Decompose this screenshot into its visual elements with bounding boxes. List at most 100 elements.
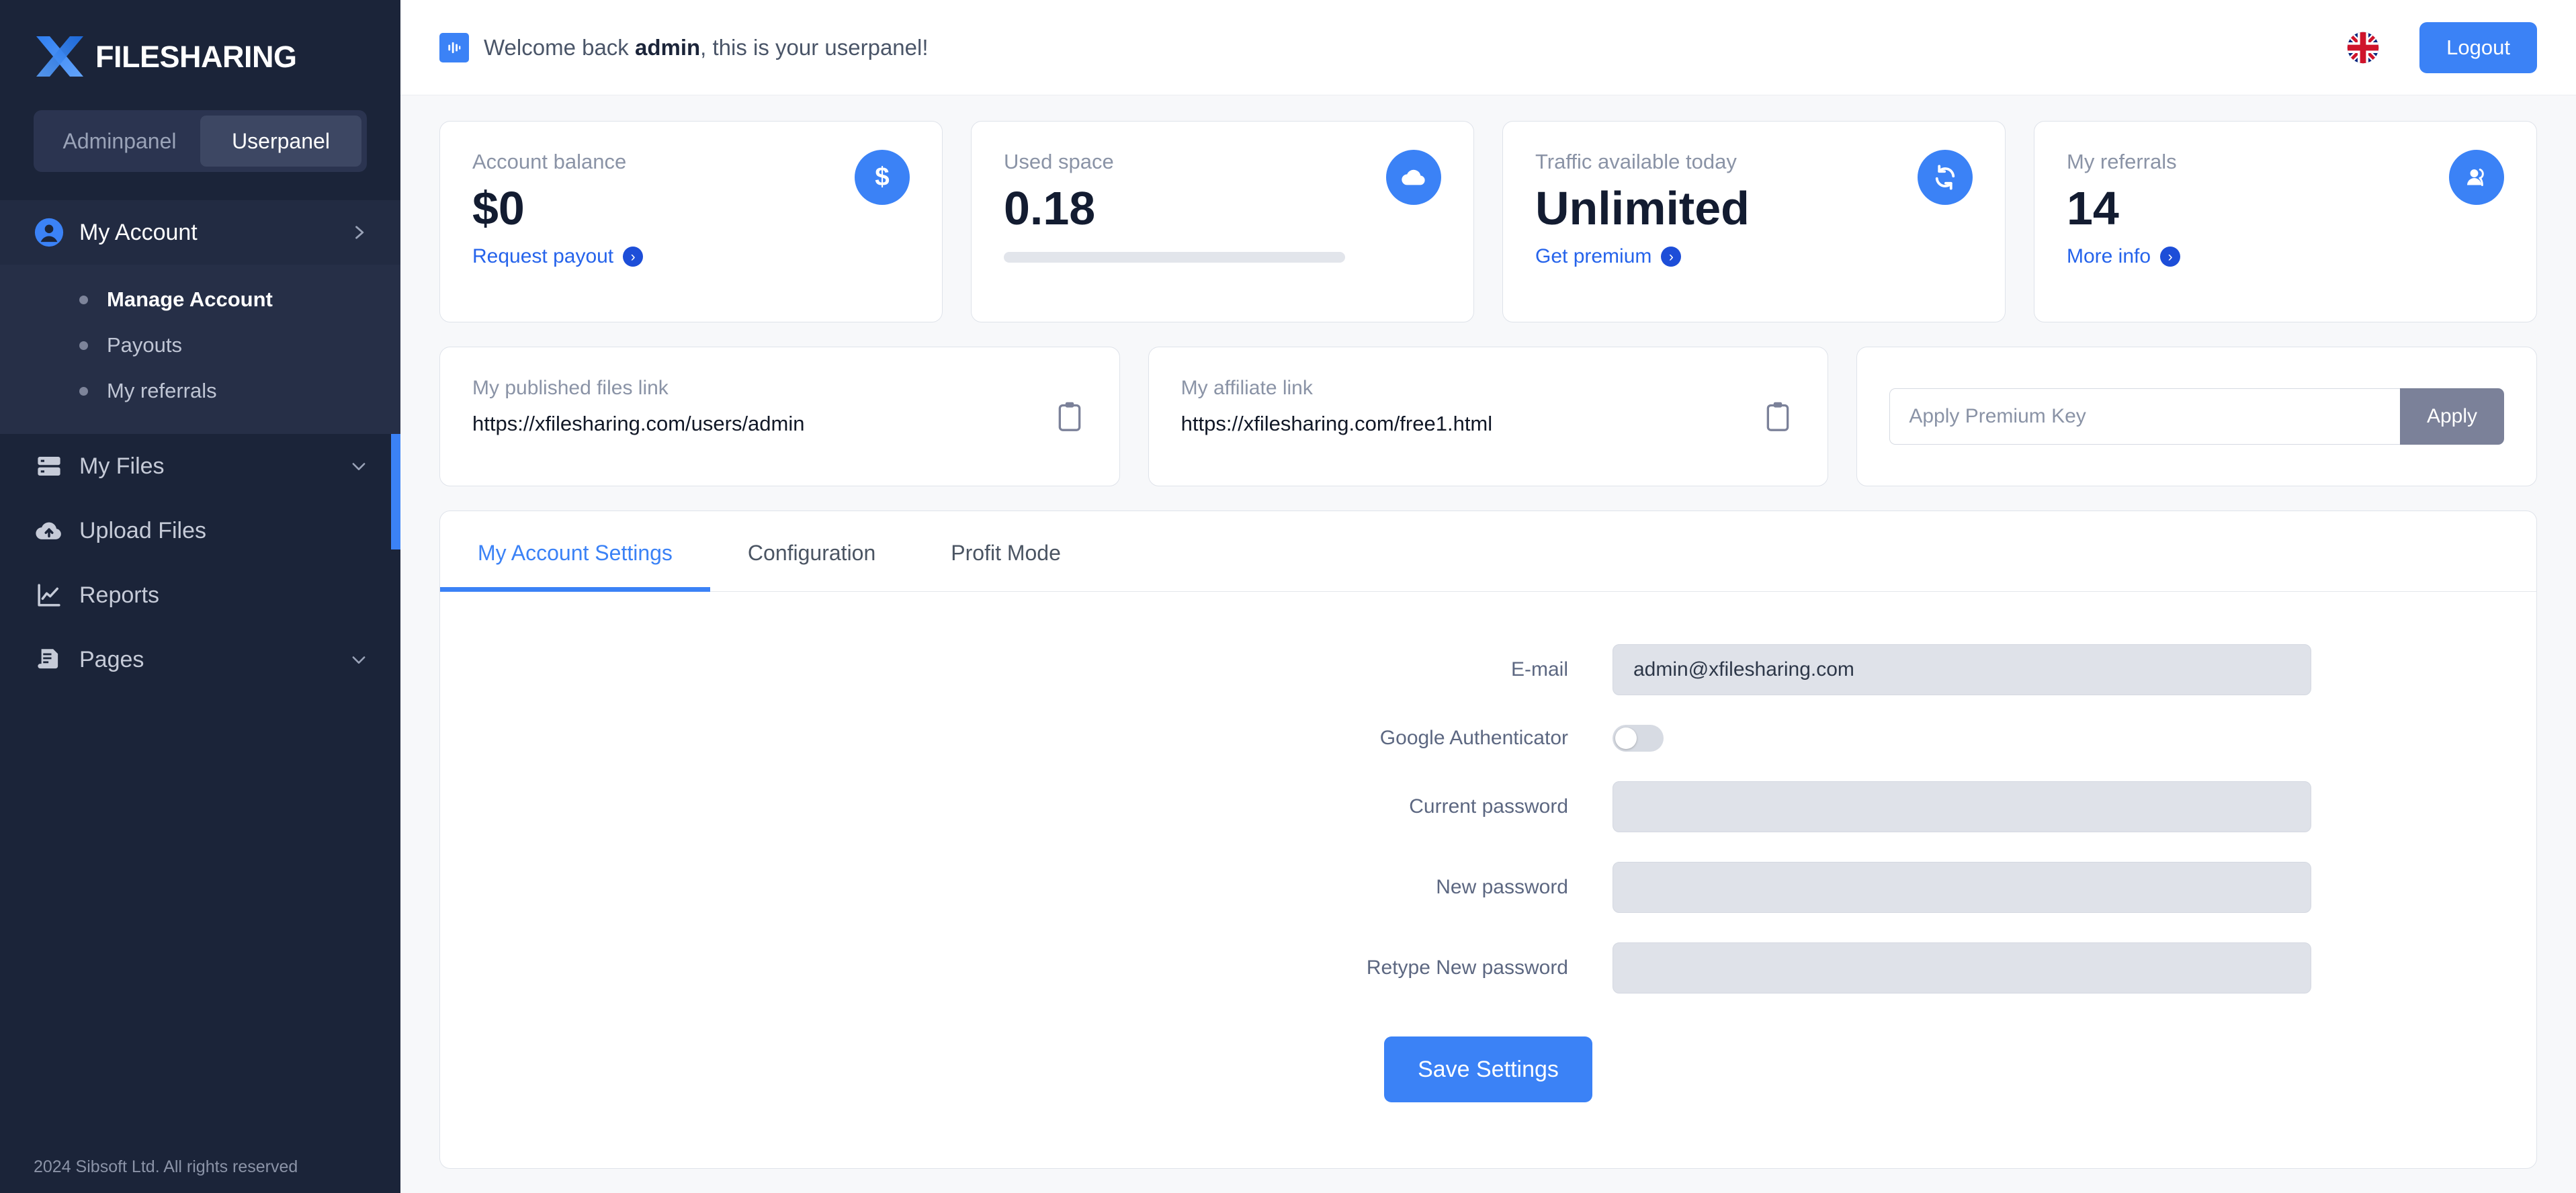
arrow-right-icon: › xyxy=(1661,247,1682,267)
email-label: E-mail xyxy=(1510,658,1568,680)
save-settings-wrap: Save Settings xyxy=(440,1036,2536,1102)
stat-card-account-balance: Account balance $0 Request payout › $ xyxy=(439,121,943,322)
premium-key-card: Apply xyxy=(1856,347,2538,486)
stat-link-label: Request payout xyxy=(472,245,614,268)
stat-card-used-space: Used space 0.18 xyxy=(971,121,1474,322)
tab-configuration[interactable]: Configuration xyxy=(710,511,913,591)
sidebar-item-label: Pages xyxy=(79,646,144,672)
stat-value: 14 xyxy=(2067,182,2119,234)
premium-key-input[interactable] xyxy=(1889,388,2400,445)
request-payout-link[interactable]: Request payout › xyxy=(472,245,644,268)
welcome-suffix: , this is your userpanel! xyxy=(700,34,929,60)
clipboard-icon[interactable] xyxy=(1763,399,1793,434)
sidebar-item-manage-account[interactable]: Manage Account xyxy=(0,277,400,322)
stat-title: Used space xyxy=(1004,150,1114,173)
stat-card-traffic: Traffic available today Unlimited Get pr… xyxy=(1502,121,2006,322)
more-info-link[interactable]: More info › xyxy=(2067,245,2181,268)
stat-value: $0 xyxy=(472,182,525,234)
welcome-banner: Welcome back admin, this is your userpan… xyxy=(439,32,929,62)
app-root: FILESHARING Adminpanel Userpanel My Acco… xyxy=(0,0,2576,1193)
stat-value: 0.18 xyxy=(1004,182,1096,234)
uk-flag-icon[interactable] xyxy=(2347,32,2379,64)
sidebar-nav: My Account Manage Account Payouts My ref… xyxy=(0,200,400,692)
sidebar-item-upload-files[interactable]: Upload Files xyxy=(0,498,400,563)
new-password-field[interactable] xyxy=(1613,862,2311,913)
clipboard-icon[interactable] xyxy=(1055,399,1084,434)
sidebar-item-label: Reports xyxy=(79,582,160,608)
sidebar-item-pages[interactable]: Pages xyxy=(0,627,400,692)
tab-adminpanel[interactable]: Adminpanel xyxy=(39,116,200,167)
tab-userpanel[interactable]: Userpanel xyxy=(200,116,361,167)
brand[interactable]: FILESHARING xyxy=(0,0,400,81)
sidebar-item-reports[interactable]: Reports xyxy=(0,563,400,627)
link-card-value: https://xfilesharing.com/users/admin xyxy=(472,412,805,435)
google-authenticator-label: Google Authenticator xyxy=(1379,727,1568,749)
panel-switch: Adminpanel Userpanel xyxy=(34,110,367,172)
sidebar-item-label: My Files xyxy=(79,453,165,479)
cloud-icon xyxy=(1386,150,1441,205)
stat-value: Unlimited xyxy=(1535,182,1750,234)
form-row-email: E-mail xyxy=(440,644,2536,695)
chevron-right-icon xyxy=(349,223,368,242)
link-card-value: https://xfilesharing.com/free1.html xyxy=(1180,412,1493,435)
x-logo-icon xyxy=(34,32,86,81)
stat-title: My referrals xyxy=(2067,150,2177,173)
tab-profit-mode[interactable]: Profit Mode xyxy=(913,511,1099,591)
chart-line-icon xyxy=(34,580,65,611)
current-password-label: Current password xyxy=(1409,795,1568,818)
arrow-right-icon: › xyxy=(2160,247,2181,267)
welcome-text: Welcome back admin, this is your userpan… xyxy=(484,35,929,60)
stat-link-label: More info xyxy=(2067,245,2151,268)
arrow-right-icon: › xyxy=(623,247,644,267)
content-area: Account balance $0 Request payout › $ Us… xyxy=(400,95,2576,1193)
email-field[interactable] xyxy=(1613,644,2311,695)
topbar: Welcome back admin, this is your userpan… xyxy=(400,0,2576,95)
sidebar-item-my-account[interactable]: My Account xyxy=(0,200,400,265)
form-row-new-password: New password xyxy=(440,862,2536,913)
document-icon xyxy=(34,644,65,675)
link-card-title: My published files link xyxy=(472,377,669,399)
sidebar-footer-copyright: 2024 Sibsoft Ltd. All rights reserved xyxy=(34,1157,298,1176)
toggle-knob xyxy=(1615,727,1637,749)
chevron-down-icon xyxy=(349,650,368,669)
chart-bars-icon xyxy=(439,32,469,62)
stat-link-label: Get premium xyxy=(1535,245,1652,268)
get-premium-link[interactable]: Get premium › xyxy=(1535,245,1682,268)
affiliate-link-card: My affiliate link https://xfilesharing.c… xyxy=(1148,347,1829,486)
topbar-actions: Logout xyxy=(2347,21,2537,73)
bullet-icon xyxy=(79,295,88,304)
published-files-link-card: My published files link https://xfilesha… xyxy=(439,347,1120,486)
welcome-prefix: Welcome back xyxy=(484,34,635,60)
link-card-title: My affiliate link xyxy=(1180,377,1313,399)
sidebar-item-my-files[interactable]: My Files xyxy=(0,434,400,498)
tab-my-account-settings[interactable]: My Account Settings xyxy=(440,511,710,592)
welcome-username: admin xyxy=(634,34,701,60)
google-authenticator-toggle[interactable] xyxy=(1613,725,1664,752)
sidebar-submenu-my-account: Manage Account Payouts My referrals xyxy=(0,265,400,434)
chevron-down-icon xyxy=(349,457,368,476)
refresh-icon xyxy=(1918,150,1973,205)
retype-password-label: Retype New password xyxy=(1366,957,1568,979)
sidebar-item-label: My Account xyxy=(79,219,198,245)
sidebar: FILESHARING Adminpanel Userpanel My Acco… xyxy=(0,0,400,1193)
current-password-field[interactable] xyxy=(1613,781,2311,832)
used-space-progress xyxy=(1004,252,1345,263)
premium-key-group: Apply xyxy=(1889,388,2505,445)
stats-row: Account balance $0 Request payout › $ Us… xyxy=(439,121,2537,322)
stat-title: Traffic available today xyxy=(1535,150,1737,173)
sidebar-subitem-label: My referrals xyxy=(107,379,217,402)
stat-card-my-referrals: My referrals 14 More info › xyxy=(2034,121,2537,322)
apply-premium-key-button[interactable]: Apply xyxy=(2399,388,2505,445)
sidebar-subitem-label: Payouts xyxy=(107,333,183,357)
new-password-label: New password xyxy=(1436,876,1568,898)
retype-new-password-field[interactable] xyxy=(1613,942,2311,993)
brand-name: FILESHARING xyxy=(95,39,297,74)
cloud-upload-icon xyxy=(34,515,65,546)
sidebar-item-payouts[interactable]: Payouts xyxy=(0,322,400,368)
sidebar-item-my-referrals[interactable]: My referrals xyxy=(0,368,400,414)
save-settings-button[interactable]: Save Settings xyxy=(1384,1036,1592,1102)
logout-button[interactable]: Logout xyxy=(2419,21,2537,73)
form-row-google-authenticator: Google Authenticator xyxy=(440,725,2536,752)
panel-tabs: My Account Settings Configuration Profit… xyxy=(440,511,2536,592)
sidebar-subitem-label: Manage Account xyxy=(107,288,273,311)
